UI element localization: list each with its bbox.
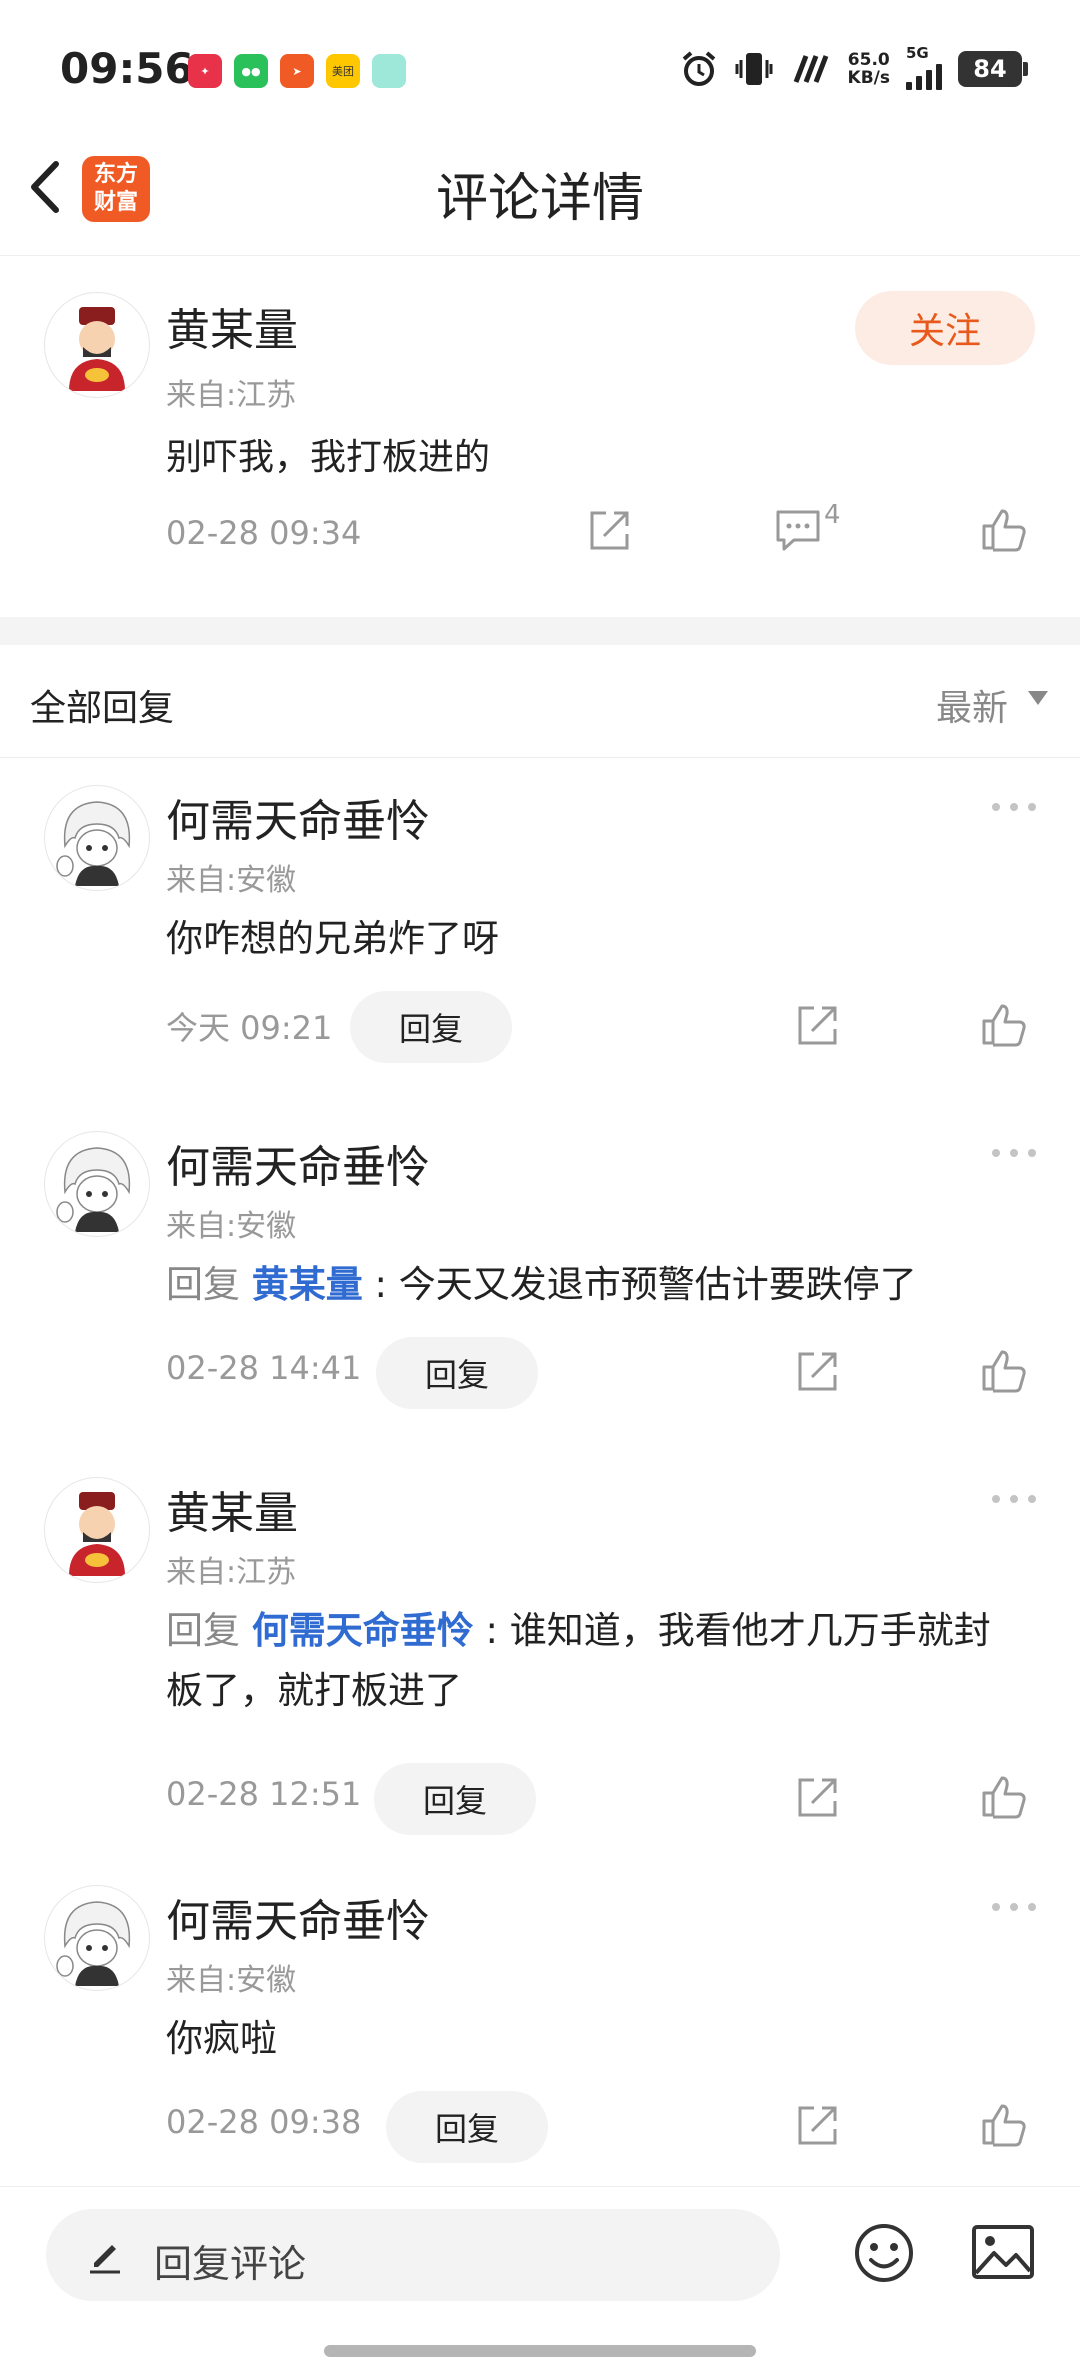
reply-input-placeholder: 回复评论: [154, 2242, 307, 2286]
taobao-flash-icon: ✦: [188, 54, 222, 88]
meituan-icon: 美团: [326, 54, 360, 88]
reply-avatar[interactable]: [44, 785, 150, 891]
section-divider: [0, 617, 1080, 645]
share-icon[interactable]: [794, 1349, 840, 1395]
reply-time: 02-28 12:51: [166, 1775, 362, 1813]
reply-button[interactable]: 回复: [350, 991, 512, 1063]
reply-item: 何需天命垂怜来自:安徽回复 黄某量 : 今天又发退市预警估计要跌停了 02-28 …: [0, 1103, 1080, 1443]
god-of-wealth-avatar-icon: [69, 307, 125, 391]
like-icon[interactable]: [980, 506, 1028, 552]
god-of-wealth-avatar-icon: [69, 1492, 125, 1576]
follow-button[interactable]: 关注: [855, 291, 1035, 365]
nav-bar: 东方 财富 评论详情: [0, 140, 1080, 256]
reply-time: 02-28 09:38: [166, 2103, 362, 2141]
reply-author-name[interactable]: 黄某量: [166, 1477, 298, 1541]
reply-author-region: 来自:安徽: [166, 863, 297, 898]
reply-content: 你疯啦: [166, 2009, 1026, 2069]
page-title: 评论详情: [435, 169, 644, 229]
reply-prefix: 回复: [166, 1609, 252, 1652]
network-speed-unit: KB/s: [847, 68, 890, 88]
post-content: 别吓我，我打板进的: [166, 437, 491, 478]
status-bar: 09:56 ✦ ●● ➤ 美团 65.0 KB/s 5G 84: [0, 0, 1080, 140]
emoji-icon[interactable]: [852, 2221, 916, 2285]
reply-text: : 今天又发退市预警估计要跌停了: [362, 1263, 917, 1306]
reply-comment-input[interactable]: 回复评论: [46, 2209, 780, 2301]
caret-down-icon[interactable]: [1028, 691, 1048, 705]
network-speed-value: 65.0: [847, 50, 890, 70]
reply-avatar[interactable]: [44, 1885, 150, 1991]
post-author-name[interactable]: 黄某量: [166, 294, 298, 358]
more-options-icon[interactable]: [992, 803, 1036, 811]
reply-author-region: 来自:安徽: [166, 1209, 297, 1244]
status-time: 09:56: [60, 44, 194, 93]
anime-boy-avatar-icon: [56, 1901, 131, 1986]
reply-mention[interactable]: 黄某量: [252, 1263, 363, 1306]
reply-text: 你咋想的兄弟炸了呀: [166, 917, 499, 960]
reply-avatar[interactable]: [44, 1477, 150, 1583]
reply-author-region: 来自:安徽: [166, 1963, 297, 1998]
notification-icons: ✦ ●● ➤ 美团: [188, 54, 406, 88]
reply-item: 黄某量来自:江苏回复 何需天命垂怜 : 谁知道，我看他才几万手就封板了，就打板进…: [0, 1449, 1080, 1835]
anime-boy-avatar-icon: [56, 801, 131, 886]
status-right: 65.0 KB/s 5G 84: [680, 44, 1028, 90]
reply-author-name[interactable]: 何需天命垂怜: [166, 785, 430, 849]
like-icon[interactable]: [980, 1773, 1028, 1819]
network-speed: 65.0 KB/s: [848, 51, 890, 87]
reply-avatar[interactable]: [44, 1131, 150, 1237]
cellular-signal: 5G: [906, 44, 942, 90]
reply-time: 今天 09:21: [166, 1009, 333, 1047]
like-icon[interactable]: [980, 1001, 1028, 1047]
share-icon[interactable]: [794, 2103, 840, 2149]
like-icon[interactable]: [980, 2101, 1028, 2147]
bottom-bar: 回复评论: [0, 2186, 1080, 2377]
wifi-icon: [793, 55, 828, 83]
reply-mention[interactable]: 何需天命垂怜: [252, 1609, 474, 1652]
feishu-icon: ➤: [280, 54, 314, 88]
reply-author-region: 来自:江苏: [166, 1555, 297, 1590]
alarm-icon: [682, 51, 715, 86]
replies-header: 全部回复 最新: [0, 645, 1080, 758]
reply-content: 回复 何需天命垂怜 : 谁知道，我看他才几万手就封板了，就打板进了: [166, 1601, 1026, 1721]
more-options-icon[interactable]: [992, 1495, 1036, 1503]
more-options-icon[interactable]: [992, 1903, 1036, 1911]
reply-button[interactable]: 回复: [386, 2091, 548, 2163]
teal-app-icon: [372, 54, 406, 88]
battery-icon: 84: [958, 51, 1028, 87]
reply-time: 02-28 14:41: [166, 1349, 362, 1387]
reply-content: 回复 黄某量 : 今天又发退市预警估计要跌停了: [166, 1255, 1026, 1315]
image-icon[interactable]: [970, 2223, 1036, 2281]
share-icon[interactable]: [794, 1003, 840, 1049]
share-icon[interactable]: [586, 508, 632, 554]
reply-author-name[interactable]: 何需天命垂怜: [166, 1885, 430, 1949]
like-icon[interactable]: [980, 1347, 1028, 1393]
share-icon[interactable]: [794, 1775, 840, 1821]
reply-item: 何需天命垂怜来自:安徽你疯啦 02-28 09:38 回复: [0, 1857, 1080, 2197]
reply-content: 你咋想的兄弟炸了呀: [166, 909, 1026, 969]
sort-dropdown[interactable]: 最新: [936, 679, 1008, 731]
comment-count: 4: [824, 500, 841, 530]
post-comment-count[interactable]: 4: [774, 500, 854, 556]
vibrate-icon: [735, 53, 773, 85]
reply-text: 你疯啦: [166, 2017, 277, 2060]
post-author-region: 来自:江苏: [166, 378, 297, 413]
reply-button[interactable]: 回复: [374, 1763, 536, 1835]
reply-button[interactable]: 回复: [376, 1337, 538, 1409]
post-author-avatar[interactable]: [44, 292, 150, 398]
all-replies-title: 全部回复: [30, 688, 175, 729]
reply-author-name[interactable]: 何需天命垂怜: [166, 1131, 430, 1195]
post-time: 02-28 09:34: [166, 514, 362, 552]
more-options-icon[interactable]: [992, 1149, 1036, 1157]
reply-prefix: 回复: [166, 1263, 252, 1306]
home-indicator[interactable]: [324, 2345, 756, 2357]
network-type: 5G: [906, 44, 929, 62]
anime-boy-avatar-icon: [56, 1147, 131, 1232]
pencil-icon: [90, 2245, 120, 2274]
reply-item: 何需天命垂怜来自:安徽你咋想的兄弟炸了呀今天 09:21 回复: [0, 757, 1080, 1097]
wechat-icon: ●●: [234, 54, 268, 88]
comment-icon: [776, 510, 820, 551]
